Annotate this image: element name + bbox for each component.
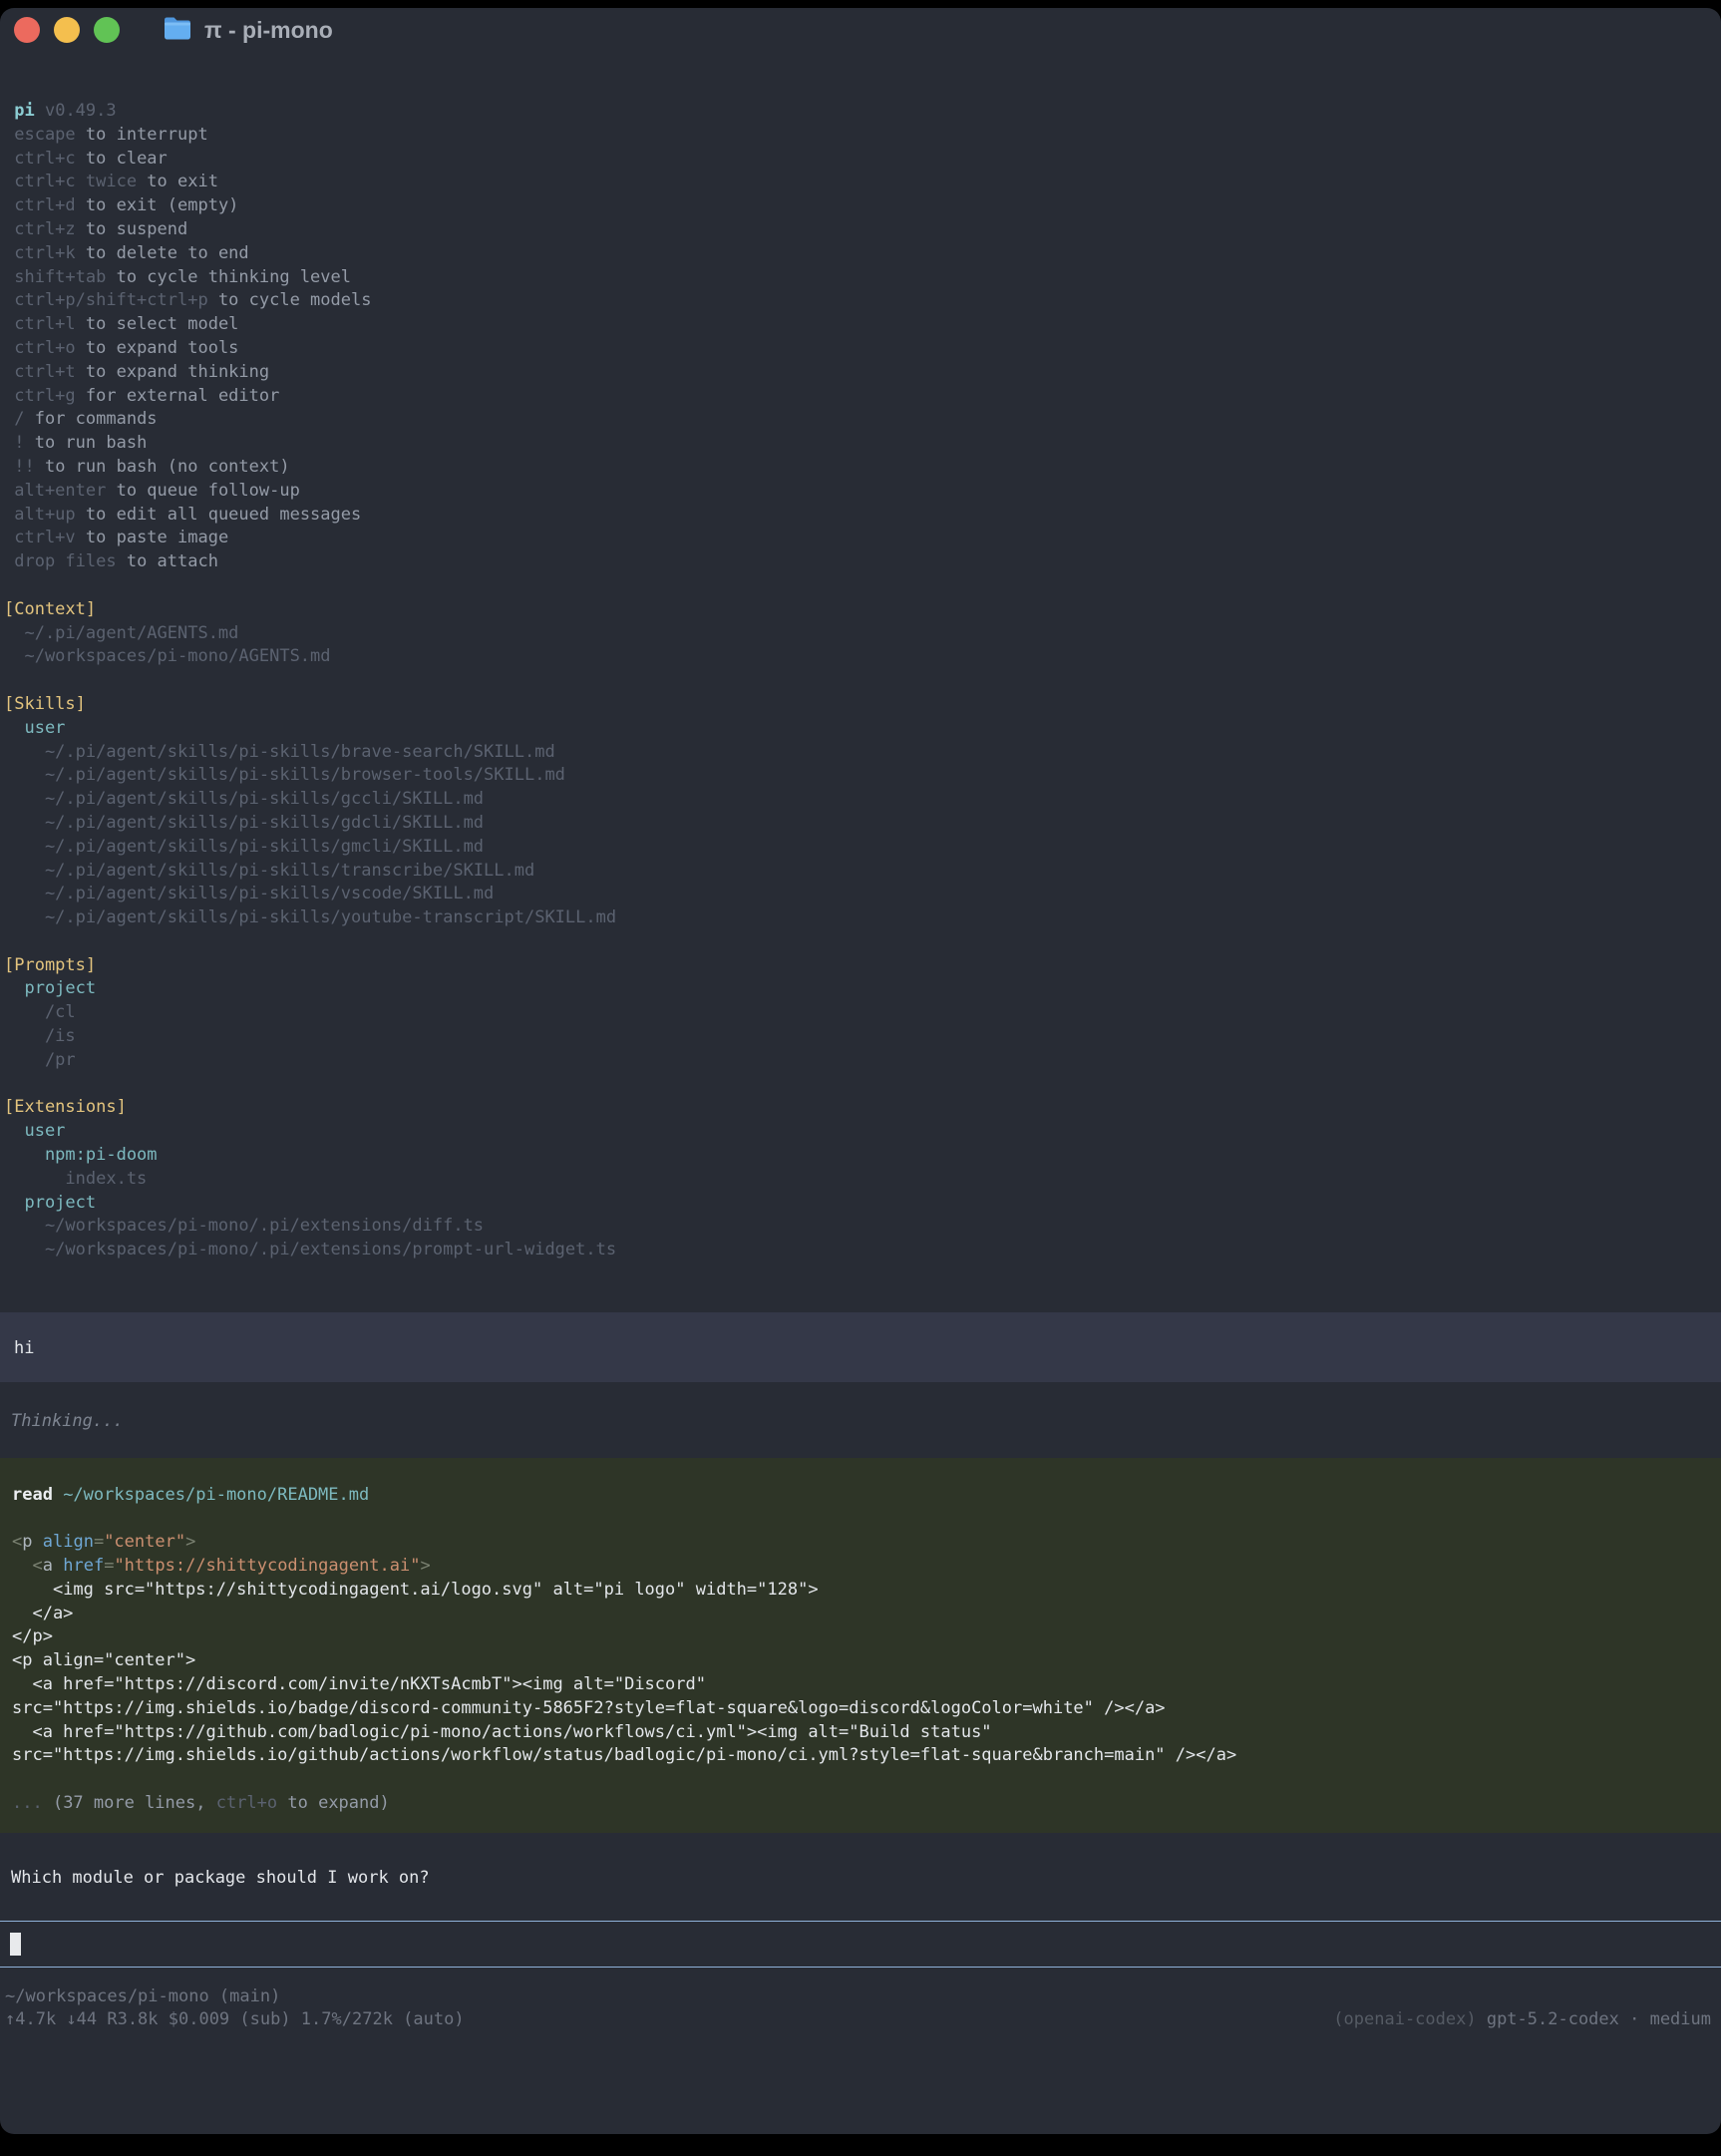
terminal-line: ctrl+l to select model <box>4 313 1721 337</box>
terminal-line: <p align="center"> <box>12 1531 1709 1555</box>
terminal-line: <a href="https://github.com/badlogic/pi-… <box>12 1721 1709 1745</box>
terminal-line: src="https://img.shields.io/github/actio… <box>12 1744 1709 1768</box>
terminal-line: npm:pi-doom <box>4 1144 1721 1168</box>
terminal-window: π - pi-mono pi v0.49.3 escape to interru… <box>0 8 1721 2134</box>
terminal-line: [Skills] <box>4 693 1721 717</box>
terminal-line <box>4 930 1721 954</box>
terminal-line: ctrl+c twice to exit <box>4 171 1721 194</box>
tool-call-read: read ~/workspaces/pi-mono/README.md <p a… <box>0 1458 1721 1833</box>
terminal-line: / for commands <box>4 408 1721 432</box>
terminal-line: ... (37 more lines, ctrl+o to expand) <box>12 1792 1709 1816</box>
terminal-line: [Prompts] <box>4 954 1721 978</box>
terminal-line: Which module or package should I work on… <box>11 1867 1721 1891</box>
assistant-question: Which module or package should I work on… <box>0 1867 1721 1891</box>
terminal-line: ! to run bash <box>4 432 1721 456</box>
window-title: π - pi-mono <box>204 16 333 44</box>
terminal-line: ~/workspaces/pi-mono (main) <box>5 1985 1711 2009</box>
terminal-line: <p align="center"> <box>12 1649 1709 1673</box>
terminal-line: /pr <box>4 1049 1721 1073</box>
terminal-line: index.ts <box>4 1168 1721 1192</box>
terminal-line: hi <box>14 1337 1707 1361</box>
terminal-line: ~/.pi/agent/skills/pi-skills/youtube-tra… <box>4 906 1721 930</box>
terminal-line: <img src="https://shittycodingagent.ai/l… <box>12 1579 1709 1603</box>
terminal-line: /cl <box>4 1001 1721 1025</box>
terminal-line: <a href="https://discord.com/invite/nKXT… <box>12 1673 1709 1697</box>
terminal-line <box>12 1768 1709 1792</box>
prompt-input[interactable] <box>0 1921 1721 1968</box>
terminal-line: project <box>4 1192 1721 1216</box>
close-button[interactable] <box>14 17 40 43</box>
user-message: hi <box>0 1312 1721 1382</box>
terminal-line <box>4 1073 1721 1097</box>
terminal-line: ctrl+z to suspend <box>4 218 1721 242</box>
terminal-line: ~/.pi/agent/skills/pi-skills/gdcli/SKILL… <box>4 812 1721 836</box>
terminal-line: ctrl+p/shift+ctrl+p to cycle models <box>4 289 1721 313</box>
terminal-line: </p> <box>12 1625 1709 1649</box>
terminal-line: read ~/workspaces/pi-mono/README.md <box>12 1484 1709 1508</box>
terminal-line: ~/.pi/agent/skills/pi-skills/brave-searc… <box>4 741 1721 765</box>
terminal-line: [Extensions] <box>4 1096 1721 1120</box>
terminal-line: drop files to attach <box>4 550 1721 574</box>
terminal-line: user <box>4 1120 1721 1144</box>
terminal-line: ctrl+k to delete to end <box>4 242 1721 266</box>
terminal-line: /is <box>4 1025 1721 1049</box>
terminal-line: ctrl+v to paste image <box>4 527 1721 550</box>
status-bar: ~/workspaces/pi-mono (main)↑4.7k ↓44 R3.… <box>0 1985 1721 2033</box>
terminal-line: ~/workspaces/pi-mono/.pi/extensions/prom… <box>4 1239 1721 1262</box>
terminal-line: (openai-codex) gpt-5.2-codex · medium <box>1333 2008 1711 2032</box>
terminal-line: alt+up to edit all queued messages <box>4 504 1721 528</box>
terminal-line: Thinking... <box>11 1410 1721 1434</box>
terminal-line: pi v0.49.3 <box>4 100 1721 124</box>
terminal-line: ~/.pi/agent/skills/pi-skills/transcribe/… <box>4 860 1721 884</box>
terminal-line: ~/.pi/agent/AGENTS.md <box>4 622 1721 646</box>
thinking-indicator: Thinking... <box>0 1410 1721 1434</box>
terminal-line: [Context] <box>4 598 1721 622</box>
terminal-line: ctrl+g for external editor <box>4 385 1721 409</box>
terminal-line: <a href="https://shittycodingagent.ai"> <box>12 1555 1709 1579</box>
terminal-line: ctrl+o to expand tools <box>4 337 1721 361</box>
terminal-line: shift+tab to cycle thinking level <box>4 266 1721 290</box>
terminal-line: project <box>4 977 1721 1001</box>
terminal-line: ctrl+d to exit (empty) <box>4 194 1721 218</box>
terminal-line: alt+enter to queue follow-up <box>4 480 1721 504</box>
terminal-line: src="https://img.shields.io/badge/discor… <box>12 1697 1709 1721</box>
terminal-line: </a> <box>12 1603 1709 1626</box>
terminal-line: user <box>4 717 1721 741</box>
terminal-body: pi v0.49.3 escape to interrupt ctrl+c to… <box>0 52 1721 2032</box>
session-intro: pi v0.49.3 escape to interrupt ctrl+c to… <box>0 100 1721 1262</box>
zoom-button[interactable] <box>94 17 120 43</box>
terminal-line: ~/.pi/agent/skills/pi-skills/gccli/SKILL… <box>4 788 1721 812</box>
terminal-line: !! to run bash (no context) <box>4 456 1721 480</box>
minimize-button[interactable] <box>54 17 80 43</box>
folder-icon <box>164 16 191 41</box>
terminal-line: ~/.pi/agent/skills/pi-skills/browser-too… <box>4 764 1721 788</box>
terminal-line: ctrl+c to clear <box>4 148 1721 172</box>
terminal-line: ctrl+t to expand thinking <box>4 361 1721 385</box>
text-cursor <box>10 1933 21 1956</box>
terminal-line: ~/workspaces/pi-mono/AGENTS.md <box>4 645 1721 669</box>
terminal-line <box>4 669 1721 693</box>
terminal-line <box>4 574 1721 598</box>
terminal-line: ~/.pi/agent/skills/pi-skills/vscode/SKIL… <box>4 883 1721 906</box>
terminal-line: ~/workspaces/pi-mono/.pi/extensions/diff… <box>4 1215 1721 1239</box>
terminal-line <box>12 1507 1709 1531</box>
title-bar[interactable]: π - pi-mono <box>0 8 1721 52</box>
terminal-line: ~/.pi/agent/skills/pi-skills/gmcli/SKILL… <box>4 836 1721 860</box>
status-right: (openai-codex) gpt-5.2-codex · medium <box>1333 2008 1711 2032</box>
terminal-line: escape to interrupt <box>4 124 1721 148</box>
